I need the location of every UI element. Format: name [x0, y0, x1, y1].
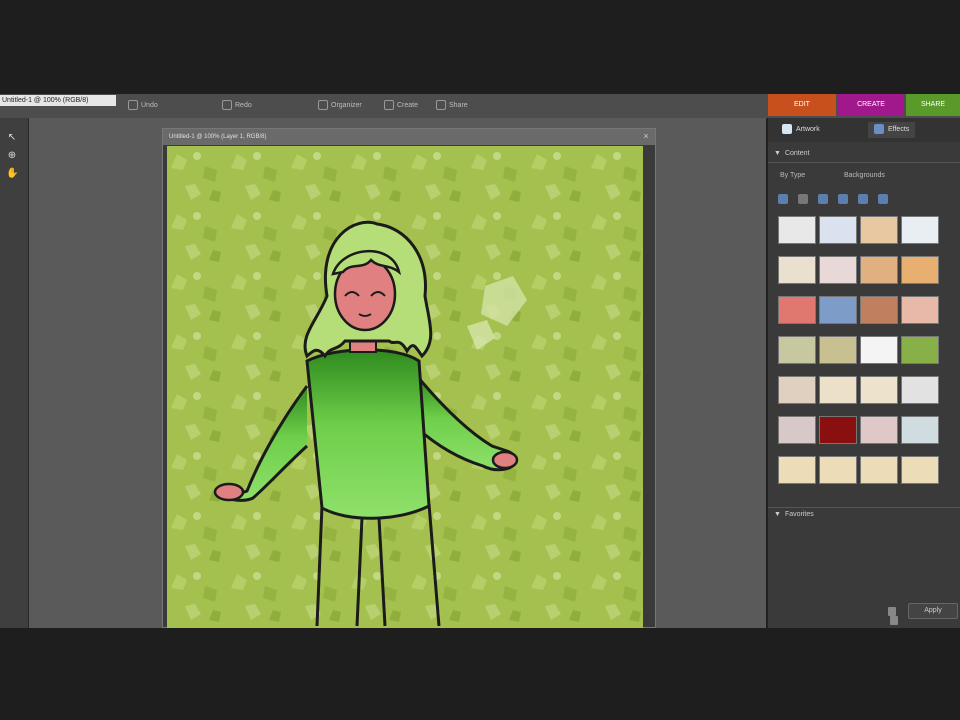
background-thumbnail[interactable]: [901, 416, 939, 444]
background-thumbnail[interactable]: [860, 296, 898, 324]
trash-icon[interactable]: [890, 616, 898, 625]
background-thumbnail[interactable]: [860, 256, 898, 284]
video-letterbox-bottom: [0, 628, 960, 720]
divider: [768, 507, 960, 508]
tab-create[interactable]: CREATE: [838, 94, 904, 116]
create-button[interactable]: Create: [384, 100, 418, 112]
background-thumbnail[interactable]: [819, 376, 857, 404]
zoom-tool[interactable]: ⊕: [6, 150, 18, 162]
background-thumbnail[interactable]: [901, 456, 939, 484]
background-thumbnail[interactable]: [819, 456, 857, 484]
arrow-icon: ↖: [7, 132, 17, 143]
zoom-icon: ⊕: [7, 150, 17, 161]
info-icon[interactable]: [858, 194, 868, 204]
organizer-icon: [318, 100, 328, 111]
apply-button[interactable]: Apply: [908, 603, 958, 619]
divider: [768, 162, 960, 163]
effects-icon: [874, 124, 884, 135]
move-tool[interactable]: ↖: [6, 132, 18, 144]
tab-edit[interactable]: EDIT: [768, 94, 836, 116]
artwork-panel: Artwork Effects ▼ Content By Type Backgro…: [767, 118, 960, 628]
background-thumbnail[interactable]: [901, 296, 939, 324]
background-thumbnail[interactable]: [901, 256, 939, 284]
tools-panel: ↖ ⊕ ✋: [0, 118, 29, 628]
sort-icon[interactable]: [818, 194, 828, 204]
background-thumbnail[interactable]: [778, 456, 816, 484]
category-dropdown[interactable]: Backgrounds: [844, 170, 885, 182]
redo-icon: [222, 100, 232, 111]
panel-tabs: Artwork Effects: [768, 118, 960, 142]
organizer-button[interactable]: Organizer: [318, 100, 362, 112]
view-icon[interactable]: [778, 194, 788, 204]
top-toolbar: Untitled-1 @ 100% (RGB/8) Undo Redo Orga…: [0, 94, 960, 119]
list-icon[interactable]: [878, 194, 888, 204]
background-thumbnail[interactable]: [819, 336, 857, 364]
background-thumbnail[interactable]: [819, 256, 857, 284]
share-button[interactable]: Share: [436, 100, 468, 112]
video-letterbox-top: [0, 0, 960, 94]
create-icon: [384, 100, 394, 111]
tab-share[interactable]: SHARE: [906, 94, 960, 116]
content-section-header[interactable]: ▼ Content: [774, 148, 809, 160]
hand-icon: ✋: [6, 168, 19, 179]
share-icon: [436, 100, 446, 111]
background-thumbnail[interactable]: [819, 296, 857, 324]
filter-icon[interactable]: [798, 194, 808, 204]
document-title[interactable]: Untitled-1 @ 100% (Layer 1, RGB/8): [163, 129, 655, 145]
redo-button[interactable]: Redo: [222, 100, 252, 112]
background-thumbnail[interactable]: [778, 296, 816, 324]
background-thumbnail[interactable]: [778, 216, 816, 244]
background-thumbnail[interactable]: [860, 216, 898, 244]
background-thumbnail[interactable]: [860, 456, 898, 484]
hand-tool[interactable]: ✋: [6, 168, 18, 180]
image-canvas[interactable]: [167, 146, 643, 628]
background-thumbnail[interactable]: [901, 216, 939, 244]
background-thumbnail[interactable]: [778, 256, 816, 284]
close-icon[interactable]: ×: [641, 131, 651, 141]
trash-icon[interactable]: [888, 607, 896, 616]
favorites-section-header[interactable]: ▼ Favorites: [774, 509, 814, 521]
character-drawing: [167, 146, 643, 628]
background-thumbnail[interactable]: [860, 336, 898, 364]
background-thumbnail[interactable]: [901, 336, 939, 364]
background-thumbnail[interactable]: [901, 376, 939, 404]
background-thumbnail[interactable]: [819, 416, 857, 444]
filter-dropdown[interactable]: By Type: [780, 170, 805, 182]
background-thumbnail[interactable]: [778, 376, 816, 404]
tab-artwork[interactable]: Artwork: [782, 122, 820, 138]
favorite-icon[interactable]: [838, 194, 848, 204]
expand-arrow-icon: ▼: [774, 150, 781, 157]
background-thumbnail[interactable]: [778, 336, 816, 364]
undo-button[interactable]: Undo: [128, 100, 158, 112]
file-tab[interactable]: Untitled-1 @ 100% (RGB/8): [0, 95, 116, 106]
background-thumbnail[interactable]: [860, 416, 898, 444]
background-thumbnail[interactable]: [860, 376, 898, 404]
background-thumbnail[interactable]: [778, 416, 816, 444]
artwork-icon: [782, 124, 792, 135]
background-thumbnail[interactable]: [819, 216, 857, 244]
tab-effects[interactable]: Effects: [868, 122, 916, 138]
undo-icon: [128, 100, 138, 111]
expand-arrow-icon: ▼: [774, 511, 781, 518]
